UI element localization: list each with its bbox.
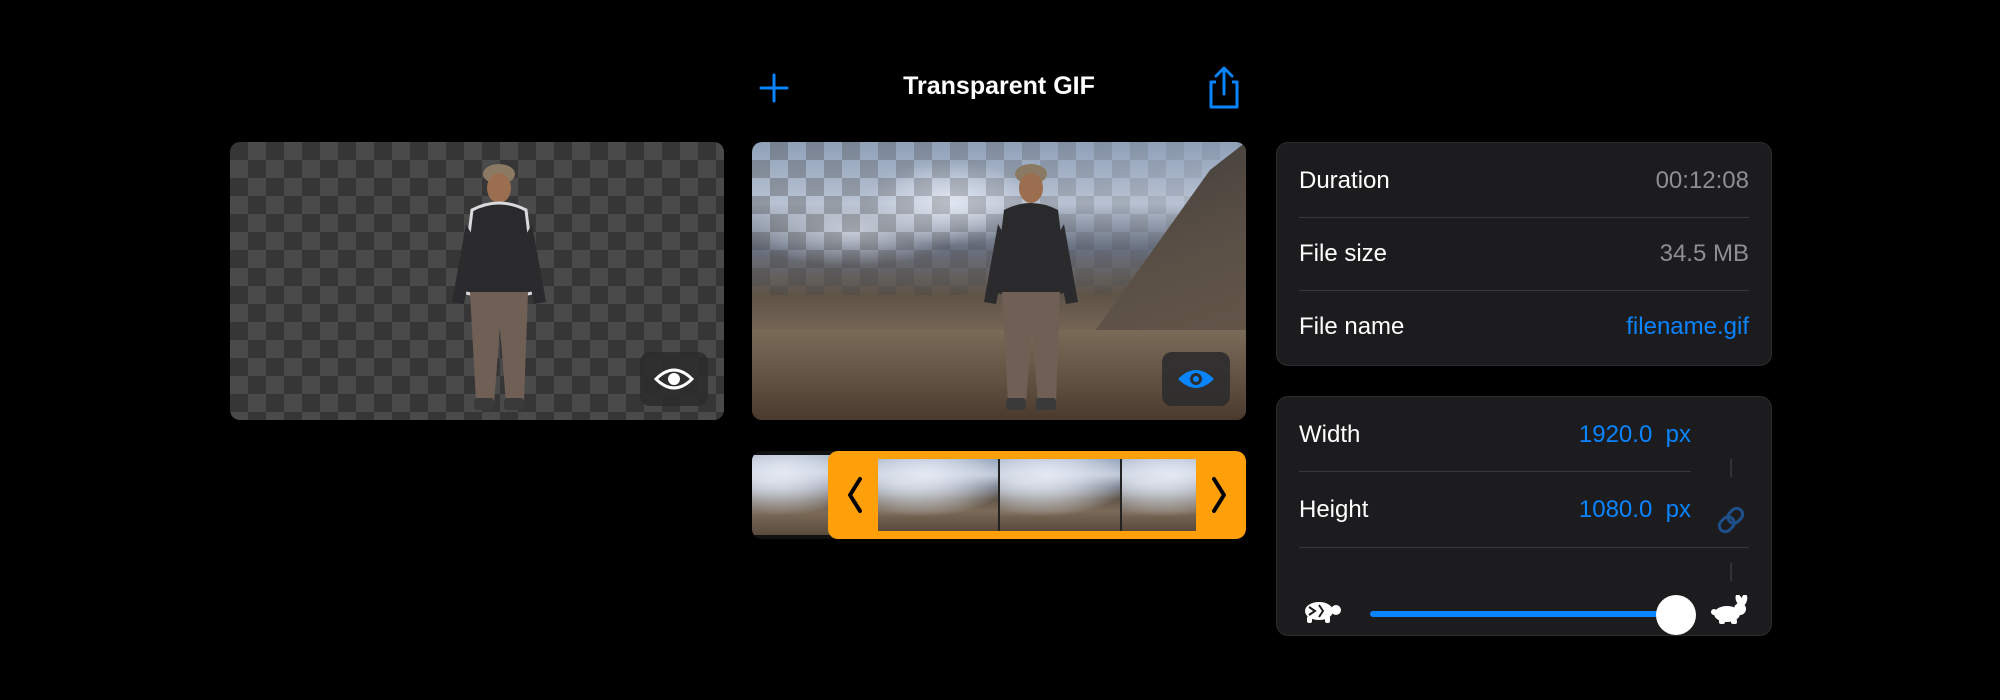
transparent-preview: [230, 142, 724, 420]
turtle-icon: [1305, 602, 1341, 623]
toggle-preview-button-active[interactable]: [1162, 352, 1230, 406]
toggle-preview-button[interactable]: [640, 352, 708, 406]
share-button[interactable]: [1202, 64, 1246, 112]
width-value: 1920.0: [1578, 421, 1653, 448]
speed-slider-thumb[interactable]: [1656, 595, 1696, 635]
trim-start-handle[interactable]: [840, 475, 870, 515]
height-value: 1080.0: [1578, 496, 1653, 523]
width-row: Width 1920.0 px: [1299, 399, 1691, 471]
trim-end-handle[interactable]: [1204, 475, 1234, 515]
filename-label: File name: [1299, 313, 1405, 340]
duration-label: Duration: [1299, 167, 1390, 194]
trim-range[interactable]: [828, 451, 1246, 539]
height-field[interactable]: 1080.0 px: [1579, 496, 1691, 524]
divider: [1299, 471, 1691, 472]
subject-figure: [984, 164, 1078, 410]
filmstrip-frame: [1000, 459, 1120, 531]
filmstrip-frame: [752, 455, 832, 535]
subject-cutout: [452, 164, 546, 410]
filesize-row: File size 34.5 MB: [1299, 218, 1749, 290]
width-field[interactable]: 1920.0 px: [1579, 421, 1691, 449]
filmstrip-frame: [878, 459, 998, 531]
height-label: Height: [1299, 496, 1369, 523]
timeline-filmstrip[interactable]: [752, 451, 1246, 539]
speed-slider-track[interactable]: [1370, 611, 1676, 617]
filename-value[interactable]: filename.gif: [1626, 313, 1749, 341]
chevron-left-icon: [848, 477, 862, 513]
duration-value: 00:12:08: [1655, 167, 1749, 194]
height-unit: px: [1665, 496, 1691, 523]
width-unit: px: [1665, 421, 1691, 448]
duration-row: Duration 00:12:08: [1299, 145, 1749, 217]
top-bar: Transparent GIF: [752, 60, 1246, 114]
height-row: Height 1080.0 px: [1299, 474, 1691, 546]
dimensions-card: Width 1920.0 px Height 1080.0 px: [1276, 396, 1772, 636]
rabbit-icon: [1711, 595, 1748, 624]
file-info-card: Duration 00:12:08 File size 34.5 MB File…: [1276, 142, 1772, 366]
width-label: Width: [1299, 421, 1361, 448]
filesize-label: File size: [1299, 240, 1388, 267]
trim-selection: [878, 459, 1196, 531]
speed-control: [1277, 547, 1771, 635]
filename-row[interactable]: File name filename.gif: [1299, 291, 1749, 363]
original-preview: [752, 142, 1246, 420]
share-icon: [1209, 66, 1239, 109]
chevron-right-icon: [1212, 477, 1226, 513]
eye-icon: [1178, 370, 1214, 388]
eye-icon: [654, 368, 694, 390]
filesize-value: 34.5 MB: [1659, 240, 1749, 267]
page-title: Transparent GIF: [903, 72, 1095, 100]
filmstrip-frame: [1122, 459, 1196, 531]
